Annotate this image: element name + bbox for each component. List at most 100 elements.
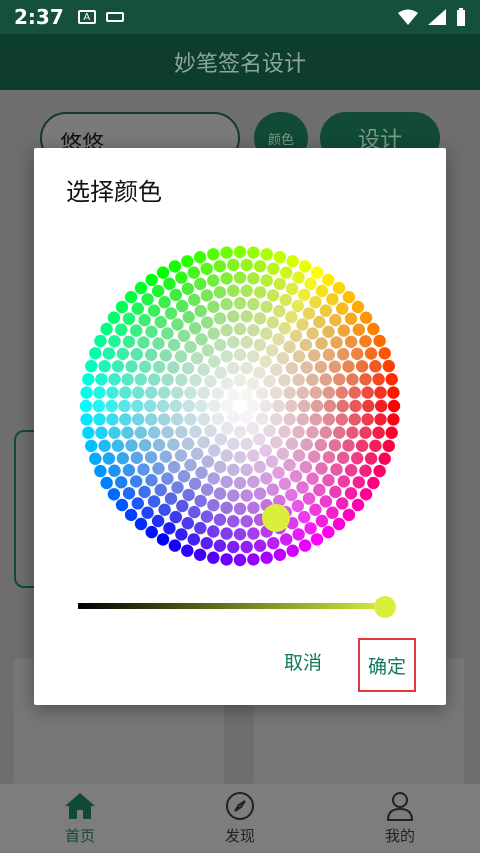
- color-dot: [111, 439, 125, 452]
- color-dot: [233, 374, 247, 387]
- color-dot: [201, 455, 215, 468]
- brightness-slider[interactable]: [78, 596, 408, 620]
- color-dot: [247, 475, 260, 488]
- nav-item-mine[interactable]: 我的: [320, 784, 480, 853]
- color-dot: [375, 399, 388, 413]
- color-dot: [263, 424, 276, 437]
- color-dot: [213, 312, 227, 325]
- color-dot: [190, 447, 204, 460]
- nav-label: 首页: [64, 827, 95, 845]
- color-dot: [285, 362, 299, 375]
- color-dot: [382, 439, 395, 453]
- color-dot: [273, 304, 286, 318]
- color-dot: [328, 439, 342, 452]
- color-dot: [270, 436, 283, 449]
- color-dot: [213, 286, 227, 299]
- color-dot: [207, 327, 220, 340]
- color-dot: [138, 313, 151, 327]
- color-dot: [273, 277, 286, 291]
- color-dot: [359, 311, 373, 324]
- color-dot: [106, 413, 119, 426]
- color-dot: [352, 476, 365, 489]
- color-dot: [167, 438, 180, 451]
- color-dot: [138, 360, 152, 373]
- color-picker-dialog: 选择颜色 取消 确定: [34, 148, 446, 705]
- cancel-button[interactable]: 取消: [284, 648, 322, 675]
- color-dot: [148, 373, 161, 386]
- color-dot: [168, 260, 182, 273]
- color-dot: [313, 315, 326, 329]
- color-dot: [207, 274, 220, 287]
- color-dot: [298, 399, 311, 413]
- person-icon: [386, 792, 414, 821]
- color-dot: [306, 426, 319, 439]
- color-dot: [319, 304, 333, 317]
- color-dot: [134, 281, 148, 295]
- color-dot: [344, 335, 358, 348]
- color-dot: [247, 272, 260, 285]
- color-dot: [89, 452, 102, 465]
- color-dot: [125, 360, 138, 373]
- color-dot: [227, 437, 240, 451]
- color-dot: [296, 413, 309, 426]
- nav-item-discover[interactable]: 发现: [160, 784, 320, 853]
- color-dot: [227, 336, 240, 349]
- color-dot: [195, 466, 208, 479]
- color-dot: [373, 334, 386, 348]
- color-dot: [272, 333, 285, 346]
- color-dot: [152, 360, 166, 374]
- color-dot: [233, 451, 247, 464]
- color-dot: [144, 451, 158, 464]
- color-dot: [267, 262, 280, 275]
- color-dot: [131, 497, 144, 510]
- nav-item-home[interactable]: 首页: [0, 784, 160, 853]
- color-dot: [300, 361, 313, 374]
- color-dot: [181, 544, 194, 557]
- color-dot: [175, 373, 188, 387]
- color-dot: [233, 553, 247, 567]
- color-dot: [220, 324, 233, 337]
- ok-button[interactable]: 确定: [358, 638, 416, 692]
- color-dot: [161, 373, 174, 386]
- color-dot: [194, 494, 207, 508]
- color-dot: [156, 266, 170, 279]
- color-dot: [161, 472, 174, 485]
- color-dot: [145, 386, 158, 399]
- color-dot: [176, 299, 189, 313]
- color-dot: [240, 515, 253, 528]
- color-dot: [322, 413, 335, 426]
- color-dot: [227, 489, 240, 502]
- color-dot: [378, 347, 391, 360]
- slider-knob[interactable]: [374, 596, 396, 618]
- color-dot: [319, 495, 333, 508]
- color-dot: [333, 426, 346, 439]
- color-dot: [322, 325, 335, 338]
- color-dot: [286, 255, 299, 268]
- color-dot: [220, 272, 233, 285]
- color-dot: [213, 513, 227, 526]
- color-dot: [197, 363, 210, 376]
- color-dot: [259, 355, 272, 368]
- color-dot: [240, 410, 253, 424]
- color-dot: [164, 307, 178, 320]
- color-dot: [247, 324, 260, 337]
- color-dot: [259, 399, 272, 413]
- color-dot: [256, 412, 269, 425]
- color-dot: [115, 323, 128, 336]
- color-dot: [187, 266, 200, 279]
- color-dot: [387, 413, 400, 426]
- color-dot: [285, 437, 299, 450]
- color-dot: [369, 439, 382, 452]
- color-dot: [85, 359, 98, 373]
- color-dot: [240, 310, 253, 323]
- color-dot: [182, 310, 195, 324]
- color-wheel[interactable]: [72, 238, 408, 574]
- color-dot: [359, 464, 372, 477]
- color-dot: [336, 497, 349, 510]
- color-dot: [159, 349, 172, 362]
- color-dot: [253, 286, 267, 299]
- color-dot: [207, 551, 220, 564]
- color-dot: [330, 336, 343, 349]
- color-dot: [309, 503, 322, 516]
- color-dot: [246, 377, 259, 390]
